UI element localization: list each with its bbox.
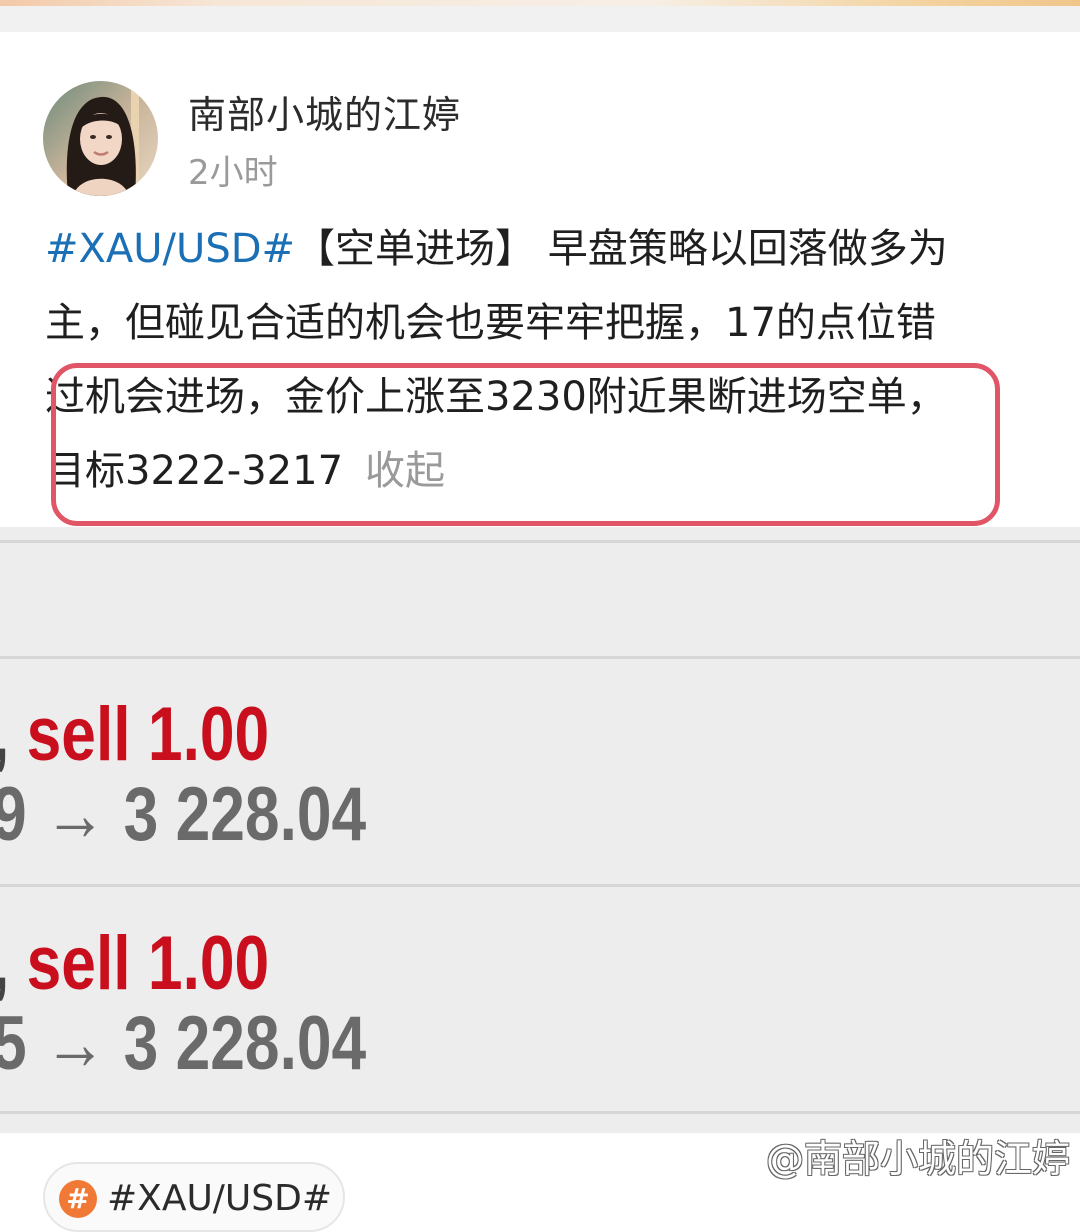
- trade-action-line: , sell 1.00: [0, 695, 878, 775]
- trade-action: sell 1.00: [26, 692, 270, 777]
- trade-price-line: 9 → 3 228.04: [0, 775, 878, 855]
- topic-tag-chip[interactable]: # #XAU/USD#: [43, 1162, 345, 1232]
- hashtag-icon: #: [59, 1180, 97, 1218]
- highlight-annotation: [51, 363, 1000, 526]
- arrow-icon: →: [43, 772, 107, 857]
- trade-row: , sell 1.00 5 → 3 228.04: [0, 924, 878, 1084]
- trade-prefix: ,: [0, 692, 9, 777]
- trade-price-line: 5 → 3 228.04: [0, 1004, 878, 1084]
- post-line-1-text: 【空单进场】 早盘策略以回落做多为: [295, 226, 948, 272]
- trade-row: , sell 1.00 9 → 3 228.04: [0, 695, 878, 855]
- image-divider-1: [0, 656, 1080, 659]
- arrow-icon: →: [43, 1001, 107, 1086]
- author-name[interactable]: 南部小城的江婷: [188, 84, 461, 139]
- trade-prev-digit: 9: [0, 772, 27, 857]
- image-divider-top: [0, 540, 1080, 543]
- trade-price: 3 228.04: [123, 772, 367, 857]
- trade-price: 3 228.04: [123, 1001, 367, 1086]
- trade-prefix: ,: [0, 921, 9, 1006]
- post-line-2: 主，但碰见合适的机会也要牢牢把握，17的点位错: [45, 300, 936, 346]
- avatar[interactable]: [43, 81, 158, 196]
- post-line-1: #XAU/USD#【空单进场】 早盘策略以回落做多为: [45, 212, 1035, 286]
- post-timestamp: 2小时: [188, 153, 278, 193]
- trade-action-line: , sell 1.00: [0, 924, 878, 1004]
- trade-action: sell 1.00: [26, 921, 270, 1006]
- image-watermark: @南部小城的江婷: [765, 1137, 1070, 1181]
- image-divider-2: [0, 884, 1080, 887]
- trade-prev-digit: 5: [0, 1001, 27, 1086]
- hashtag-link[interactable]: #XAU/USD#: [45, 226, 295, 272]
- image-divider-3: [0, 1111, 1080, 1114]
- topic-tag-label: #XAU/USD#: [107, 1178, 333, 1219]
- section-divider: [0, 6, 1080, 32]
